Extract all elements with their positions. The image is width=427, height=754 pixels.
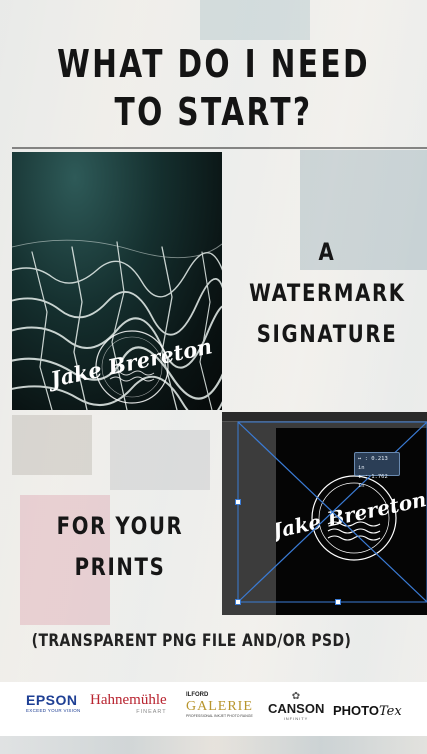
epson-name: EPSON [26,692,78,708]
collage-photo [12,415,92,475]
galerie-name: GALERIE [186,699,253,714]
watermark-example-photo: Jake Brereton [12,152,222,410]
water-caustics-image: Jake Brereton [12,239,222,410]
ilford-name: ILFORD [186,692,209,698]
headline-line-2: TO START? [114,90,313,134]
phototex-logo: PHOTOTex [333,700,402,732]
collage-photo [110,430,210,490]
epson-logo: EPSON EXCEED YOUR VISION [26,692,81,724]
transform-info-tooltip: ↔ : 0.213 in ↕ : 1.762 in [354,452,400,489]
hahnemuhle-name: Hahnemühle [90,692,167,708]
caption-for-your-prints: FOR YOUR PRINTS [38,506,202,588]
selection-guides [237,421,427,603]
header-divider [12,147,427,149]
canson-logo: ✿ CANSON INFINITY [268,692,324,724]
editor-preview: Jake Brereton ↔ : 0.213 in ↕ : 1.762 in [222,412,427,615]
caption-line: A [318,238,336,266]
canson-tagline: INFINITY [283,716,309,721]
file-format-note: (TRANSPARENT PNG FILE AND/OR PSD) [31,631,352,651]
canson-name: CANSON [268,701,325,716]
transform-handle-left[interactable] [235,499,241,505]
info-width: ↔ : 0.213 in [358,456,388,471]
collage-photo [200,0,310,40]
headline-line-1: WHAT DO I NEED [57,42,370,86]
page-headline: WHAT DO I NEED TO START? [47,40,380,136]
phototex-tex: Tex [379,704,402,719]
caption-line: WATERMARK [249,279,406,307]
phototex-photo: PHOTO [333,703,379,718]
ilford-tagline: PROFESSIONAL INKJET PHOTO RANGE [186,714,253,718]
hahnemuhle-tagline: FINEART [136,709,167,715]
hahnemuhle-logo: Hahnemühle FINEART [90,692,167,724]
transform-handle-bottom-left[interactable] [235,599,241,605]
caption-line: PRINTS [74,553,166,581]
collage-bottom-strip [0,736,427,754]
ilford-galerie-logo: ILFORD GALERIE PROFESSIONAL INKJET PHOTO… [186,692,253,724]
partner-logos-bar: EPSON EXCEED YOUR VISION Hahnemühle FINE… [0,682,427,736]
caption-line: FOR YOUR [56,512,184,540]
caption-line: SIGNATURE [256,320,398,348]
epson-tagline: EXCEED YOUR VISION [26,708,81,713]
transform-handle-bottom[interactable] [335,599,341,605]
caption-watermark-signature: A WATERMARK SIGNATURE [249,232,405,355]
info-height: ↕ : 1.762 in [358,474,388,489]
